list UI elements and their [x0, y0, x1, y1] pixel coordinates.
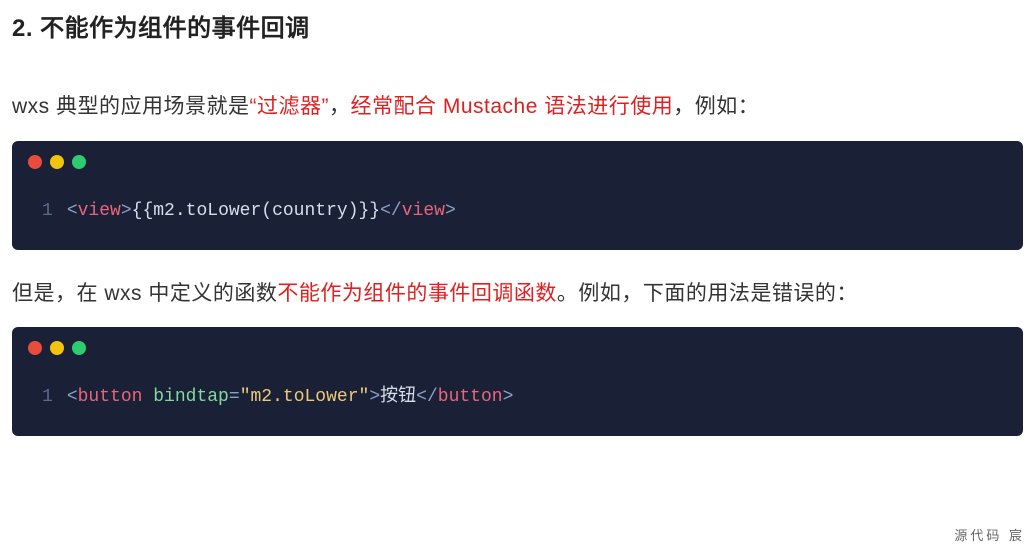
- code-block-1: 1 <view>{{m2.toLower(country)}}</view>: [12, 141, 1023, 250]
- attr-bindtap: bindtap: [153, 387, 229, 407]
- tag-button-close: button: [438, 387, 503, 407]
- minimize-icon: [50, 155, 64, 169]
- equals: =: [229, 387, 240, 407]
- code-body-1: 1 <view>{{m2.toLower(country)}}</view>: [12, 169, 1023, 224]
- tag-button-open: button: [78, 387, 143, 407]
- line-number: 1: [28, 385, 67, 410]
- maximize-icon: [72, 341, 86, 355]
- angle-close-2: >: [445, 201, 456, 221]
- quote-open: ": [240, 387, 251, 407]
- para2-part2: 。例如，下面的用法是错误的：: [557, 282, 858, 305]
- para1-part1: wxs 典型的应用场景就是: [12, 95, 250, 118]
- section-heading: 2. 不能作为组件的事件回调: [12, 8, 1023, 43]
- code-line-2: <button bindtap="m2.toLower">按钮</button>: [67, 385, 514, 410]
- watermark: 源代码 宸: [954, 525, 1025, 544]
- filter-word: 过滤器: [257, 95, 322, 118]
- paragraph-2: 但是，在 wxs 中定义的函数不能作为组件的事件回调函数。例如，下面的用法是错误…: [12, 278, 1023, 310]
- angle-open-slash: </: [380, 201, 402, 221]
- para2-red: 不能作为组件的事件回调函数: [277, 282, 557, 305]
- space: [142, 387, 153, 407]
- angle-close: >: [369, 387, 380, 407]
- angle-close-2: >: [503, 387, 514, 407]
- maximize-icon: [72, 155, 86, 169]
- comma1: ，: [329, 95, 351, 118]
- minimize-icon: [50, 341, 64, 355]
- window-controls: [12, 327, 1023, 355]
- quote-close: ": [359, 387, 370, 407]
- close-icon: [28, 341, 42, 355]
- angle-open: <: [67, 201, 78, 221]
- tag-view-close: view: [402, 201, 445, 221]
- code-block-2: 1 <button bindtap="m2.toLower">按钮</butto…: [12, 327, 1023, 436]
- quote-open: “: [250, 95, 258, 118]
- para2-part1: 但是，在 wxs 中定义的函数: [12, 282, 277, 305]
- button-text: 按钮: [380, 387, 416, 407]
- quote-close: ”: [322, 95, 330, 118]
- angle-open-slash: </: [416, 387, 438, 407]
- mustache-expr: {{m2.toLower(country)}}: [132, 201, 380, 221]
- window-controls: [12, 141, 1023, 169]
- tag-view-open: view: [78, 201, 121, 221]
- line-number: 1: [28, 199, 67, 224]
- paragraph-1: wxs 典型的应用场景就是“过滤器”，经常配合 Mustache 语法进行使用，…: [12, 91, 1023, 123]
- para1-tail: ，例如：: [673, 95, 759, 118]
- angle-open: <: [67, 387, 78, 407]
- code-body-2: 1 <button bindtap="m2.toLower">按钮</butto…: [12, 355, 1023, 410]
- attr-value: m2.toLower: [251, 387, 359, 407]
- angle-close: >: [121, 201, 132, 221]
- close-icon: [28, 155, 42, 169]
- code-line-1: <view>{{m2.toLower(country)}}</view>: [67, 199, 456, 224]
- often-phrase: 经常配合 Mustache 语法进行使用: [351, 95, 674, 118]
